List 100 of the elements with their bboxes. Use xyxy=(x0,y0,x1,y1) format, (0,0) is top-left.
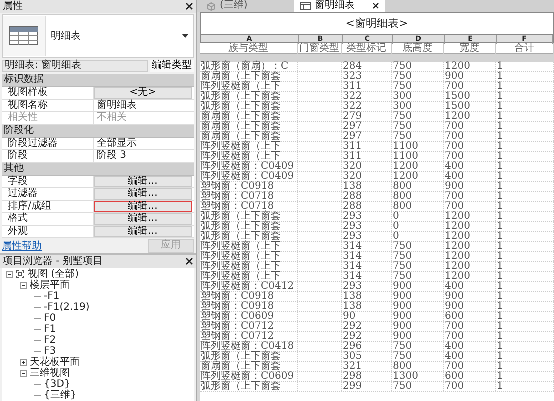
expand-toggle[interactable] xyxy=(20,282,27,289)
table-cell: 293 xyxy=(343,231,362,242)
group-header[interactable]: 标识数据 xyxy=(2,74,194,87)
table-cell: 700 xyxy=(445,381,464,392)
tree-item[interactable]: F1 xyxy=(44,324,56,335)
tree-item[interactable]: 天花板平面 xyxy=(30,357,80,368)
type-selector[interactable]: 明细表 xyxy=(2,14,194,58)
table-cell: 1 xyxy=(497,71,504,82)
table-cell: 750 xyxy=(393,251,412,262)
table-cell: 400 xyxy=(445,281,464,292)
table-cell: 弧形窗（上下窗套 xyxy=(201,351,281,362)
expand-toggle[interactable] xyxy=(6,271,13,278)
table-cell: 800 xyxy=(393,201,412,212)
table-cell: 1 xyxy=(497,121,504,132)
table-cell: 1 xyxy=(497,311,504,322)
edit-button[interactable]: <无> xyxy=(94,87,192,98)
table-cell: 弧形窗（上下窗套 xyxy=(201,91,281,102)
property-value: 全部显示 xyxy=(96,138,138,149)
table-cell: 阵列竖梃窗（上下 xyxy=(201,251,281,262)
table-cell: 288 xyxy=(343,191,362,202)
edit-button[interactable]: 编辑... xyxy=(94,176,192,187)
table-cell: 阵列竖梃窗：C0409 xyxy=(201,161,294,172)
instance-dropdown[interactable]: 明细表: 窗明细表 xyxy=(2,60,148,72)
table-cell: 0 xyxy=(393,211,400,222)
table-cell: 1 xyxy=(497,281,504,292)
dropdown-arrow-icon xyxy=(182,34,189,38)
close-icon[interactable] xyxy=(372,3,379,9)
table-cell: 1200 xyxy=(445,221,470,232)
edit-button[interactable]: 编辑... xyxy=(94,213,192,224)
table-cell: 284 xyxy=(343,61,362,72)
group-header[interactable]: 其他 xyxy=(2,162,194,176)
table-cell: 窗扇窗（上下窗套 xyxy=(201,121,281,132)
edit-button[interactable]: 编辑... xyxy=(94,188,192,200)
table-cell: 311 xyxy=(343,151,362,162)
close-icon[interactable] xyxy=(186,258,193,265)
tree-item[interactable]: -F1(2.19) xyxy=(44,302,90,313)
table-cell: 1 xyxy=(497,321,504,332)
table-cell: 299 xyxy=(343,381,362,392)
table-cell: 1 xyxy=(497,191,504,202)
table-cell: 314 xyxy=(343,261,362,272)
group-header[interactable]: 阶段化 xyxy=(2,124,194,138)
table-cell: 塑钢窗：C0609 xyxy=(201,311,274,322)
table-cell: 750 xyxy=(393,131,412,142)
table-cell: 320 xyxy=(343,161,362,172)
expand-toggle[interactable] xyxy=(20,370,27,377)
table-cell: 750 xyxy=(393,121,412,132)
table-cell: 297 xyxy=(343,121,362,132)
table-cell: 塑钢窗：C0718 xyxy=(201,191,274,202)
tree-item[interactable]: 视图 (全部) xyxy=(28,269,79,280)
table-cell: 1 xyxy=(497,151,504,162)
expand-toggle[interactable] xyxy=(20,359,27,366)
table-cell: 293 xyxy=(343,281,362,292)
table-cell: 窗扇窗（上下窗套 xyxy=(201,361,281,372)
table-cell: 弧形窗（窗扇）：C xyxy=(201,61,289,72)
table-cell: 750 xyxy=(393,241,412,252)
tree-item[interactable]: F2 xyxy=(44,335,56,346)
table-cell: 弧形窗（上下窗套 xyxy=(201,221,281,232)
table-cell: 314 xyxy=(343,241,362,252)
table-cell: 1200 xyxy=(445,241,470,252)
property-label: 阶段 xyxy=(2,150,94,162)
edit-button[interactable]: 编辑... xyxy=(94,226,192,237)
table-cell: 900 xyxy=(393,311,412,322)
property-label: 相关性 xyxy=(2,112,94,124)
tree-item[interactable]: F0 xyxy=(44,313,56,324)
table-cell: 1200 xyxy=(445,261,470,272)
cube-icon xyxy=(207,2,216,10)
tree-item[interactable]: 三维视图 xyxy=(30,368,70,379)
table-cell: 1 xyxy=(497,351,504,362)
table-cell: 1200 xyxy=(393,171,418,182)
table-cell: 阵列竖梃窗（上下 xyxy=(201,151,281,162)
table-cell: 750 xyxy=(393,261,412,272)
table-cell: 弧形窗（上下窗套 xyxy=(201,381,281,392)
edit-button[interactable]: 编辑... xyxy=(94,200,192,212)
table-cell: 弧形窗（上下窗套 xyxy=(201,101,281,112)
table-cell: 400 xyxy=(445,161,464,172)
table-cell: 138 xyxy=(343,291,362,302)
property-value: 阶段 3 xyxy=(96,150,128,162)
table-cell: 300 xyxy=(393,91,412,102)
tree-item[interactable]: {三维} xyxy=(44,390,77,401)
table-cell: 阵列竖梃窗（上下 xyxy=(201,241,281,252)
property-value: 窗明细表 xyxy=(96,100,138,111)
table-cell: 1200 xyxy=(445,211,470,222)
table-cell: 1500 xyxy=(445,101,470,112)
table-cell: 0 xyxy=(393,221,400,232)
close-icon[interactable] xyxy=(186,3,193,10)
table-cell: 750 xyxy=(393,71,412,82)
table-cell: 1200 xyxy=(445,111,470,122)
help-link[interactable]: 属性帮助 xyxy=(2,239,42,253)
table-cell: 1 xyxy=(497,241,504,252)
table-cell: 塑钢窗：C0718 xyxy=(201,201,274,212)
table-cell: 800 xyxy=(393,191,412,202)
tree-item[interactable]: {3D} xyxy=(44,379,71,390)
tree-item[interactable]: 楼层平面 xyxy=(30,280,70,291)
table-cell: 700 xyxy=(445,121,464,132)
table-cell: 700 xyxy=(445,361,464,372)
edit-type-button[interactable]: 编辑类型 xyxy=(150,60,194,72)
table-cell: 阵列竖梃窗：C0412 xyxy=(201,281,294,292)
tree-item[interactable]: -F1 xyxy=(44,291,60,302)
table-cell: 1 xyxy=(497,271,504,282)
tree-item[interactable]: F3 xyxy=(44,346,56,357)
